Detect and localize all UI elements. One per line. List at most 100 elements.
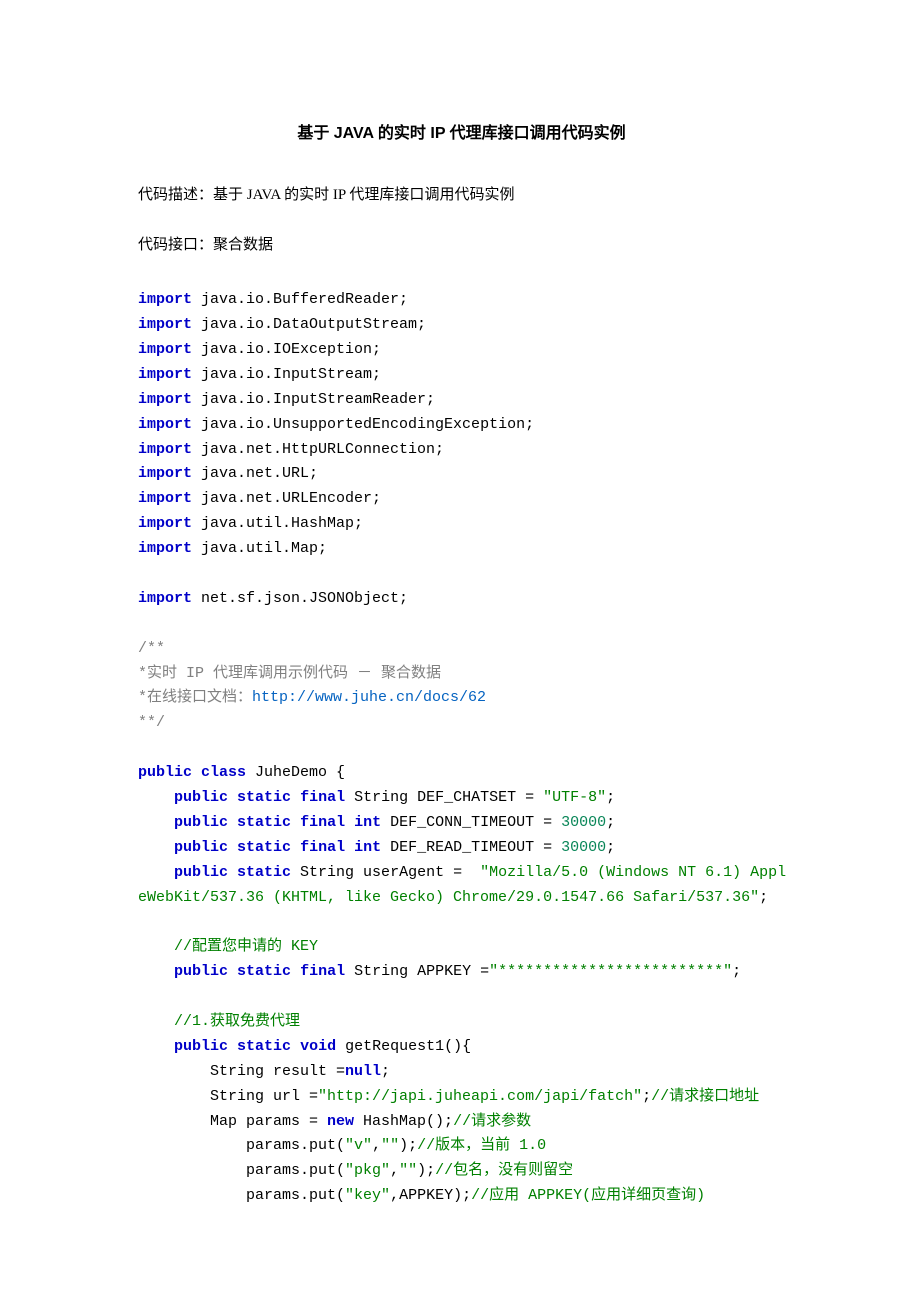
code-text: , [390,1162,399,1179]
code-text: DEF_CONN_TIMEOUT = [381,814,561,831]
desc2-label: 代码接口： [138,237,213,253]
comment-inline: //应用 APPKEY(应用详细页查询) [471,1187,705,1204]
code-text: String userAgent = [291,864,480,881]
string-literal: eWebKit/537.36 (KHTML, like Gecko) Chrom… [138,889,759,906]
kw-int: int [354,839,381,856]
code-text: ; [606,814,615,831]
kw-public: public [174,1038,228,1055]
description-line-1: 代码描述：基于 JAVA 的实时 IP 代理库接口调用代码实例 [138,183,785,209]
string-literal: "v" [345,1137,372,1154]
comment-inline: //包名，没有则留空 [435,1162,573,1179]
kw-import: import [138,291,192,308]
comment-line: //配置您申请的 KEY [174,938,318,955]
kw-final: final [300,963,345,980]
code-text: java.io.IOException; [192,341,381,358]
code-text: String APPKEY = [345,963,489,980]
kw-class: class [201,764,246,781]
code-text: params.put( [246,1137,345,1154]
code-text: String url = [210,1088,318,1105]
doc-link[interactable]: http://www.juhe.cn/docs/62 [252,689,486,706]
kw-import: import [138,366,192,383]
kw-static: static [237,814,291,831]
kw-null: null [345,1063,381,1080]
code-text: ,APPKEY); [390,1187,471,1204]
comment-line: //1.获取免费代理 [174,1013,300,1030]
string-literal: "" [381,1137,399,1154]
kw-public: public [174,789,228,806]
code-text: java.net.URL; [192,465,318,482]
code-text: params.put( [246,1187,345,1204]
number-literal: 30000 [561,814,606,831]
code-text: ; [606,789,615,806]
code-text: , [372,1137,381,1154]
comment-open: /** [138,640,165,657]
string-literal: "*************************" [489,963,732,980]
code-text: ; [642,1088,651,1105]
comment-inline: //请求接口地址 [651,1088,759,1105]
code-text: params.put( [246,1162,345,1179]
code-text: java.net.URLEncoder; [192,490,381,507]
kw-public: public [138,764,192,781]
code-text: getRequest1(){ [336,1038,471,1055]
string-literal: "key" [345,1187,390,1204]
kw-import: import [138,465,192,482]
code-text: ; [381,1063,390,1080]
comment-line: *实时 IP 代理库调用示例代码 － 聚合数据 [138,665,441,682]
kw-static: static [237,1038,291,1055]
desc1-value: 基于 JAVA 的实时 IP 代理库接口调用代码实例 [213,187,514,203]
code-text: java.net.HttpURLConnection; [192,441,444,458]
class-name: JuheDemo { [246,764,345,781]
kw-public: public [174,963,228,980]
kw-static: static [237,963,291,980]
code-text: DEF_READ_TIMEOUT = [381,839,561,856]
description-line-2: 代码接口：聚合数据 [138,233,785,259]
comment-line: *在线接口文档： [138,689,252,706]
comment-inline: //请求参数 [453,1113,531,1130]
code-text: net.sf.json.JSONObject; [192,590,408,607]
string-literal: "Mozilla/5.0 (Windows NT 6.1) Appl [480,864,786,881]
kw-int: int [354,814,381,831]
string-literal: "http://japi.juheapi.com/japi/fatch" [318,1088,642,1105]
code-text: java.io.BufferedReader; [192,291,408,308]
code-text: java.io.DataOutputStream; [192,316,426,333]
code-text: HashMap(); [354,1113,453,1130]
string-literal: "UTF-8" [543,789,606,806]
document-page: 基于 JAVA 的实时 IP 代理库接口调用代码实例 代码描述：基于 JAVA … [0,0,920,1309]
kw-import: import [138,540,192,557]
kw-import: import [138,515,192,532]
kw-static: static [237,864,291,881]
kw-final: final [300,839,345,856]
kw-new: new [327,1113,354,1130]
code-text: java.io.UnsupportedEncodingException; [192,416,534,433]
document-title: 基于 JAVA 的实时 IP 代理库接口调用代码实例 [138,120,785,147]
kw-import: import [138,590,192,607]
code-text: ); [417,1162,435,1179]
comment-close: **/ [138,714,165,731]
code-text: java.util.Map; [192,540,327,557]
kw-import: import [138,341,192,358]
kw-static: static [237,789,291,806]
kw-import: import [138,490,192,507]
code-text: String result = [210,1063,345,1080]
kw-public: public [174,864,228,881]
kw-import: import [138,391,192,408]
kw-void: void [300,1038,336,1055]
kw-static: static [237,839,291,856]
kw-final: final [300,789,345,806]
code-text: Map params = [210,1113,327,1130]
kw-final: final [300,814,345,831]
kw-public: public [174,839,228,856]
code-text: String DEF_CHATSET = [345,789,543,806]
code-text: ; [732,963,741,980]
desc2-value: 聚合数据 [213,237,273,253]
comment-inline: //版本，当前 1.0 [417,1137,546,1154]
desc1-label: 代码描述： [138,187,213,203]
code-text: ; [606,839,615,856]
kw-import: import [138,416,192,433]
code-text: java.util.HashMap; [192,515,363,532]
string-literal: "pkg" [345,1162,390,1179]
code-text: java.io.InputStream; [192,366,381,383]
code-text: java.io.InputStreamReader; [192,391,435,408]
code-text: ; [759,889,768,906]
kw-import: import [138,316,192,333]
